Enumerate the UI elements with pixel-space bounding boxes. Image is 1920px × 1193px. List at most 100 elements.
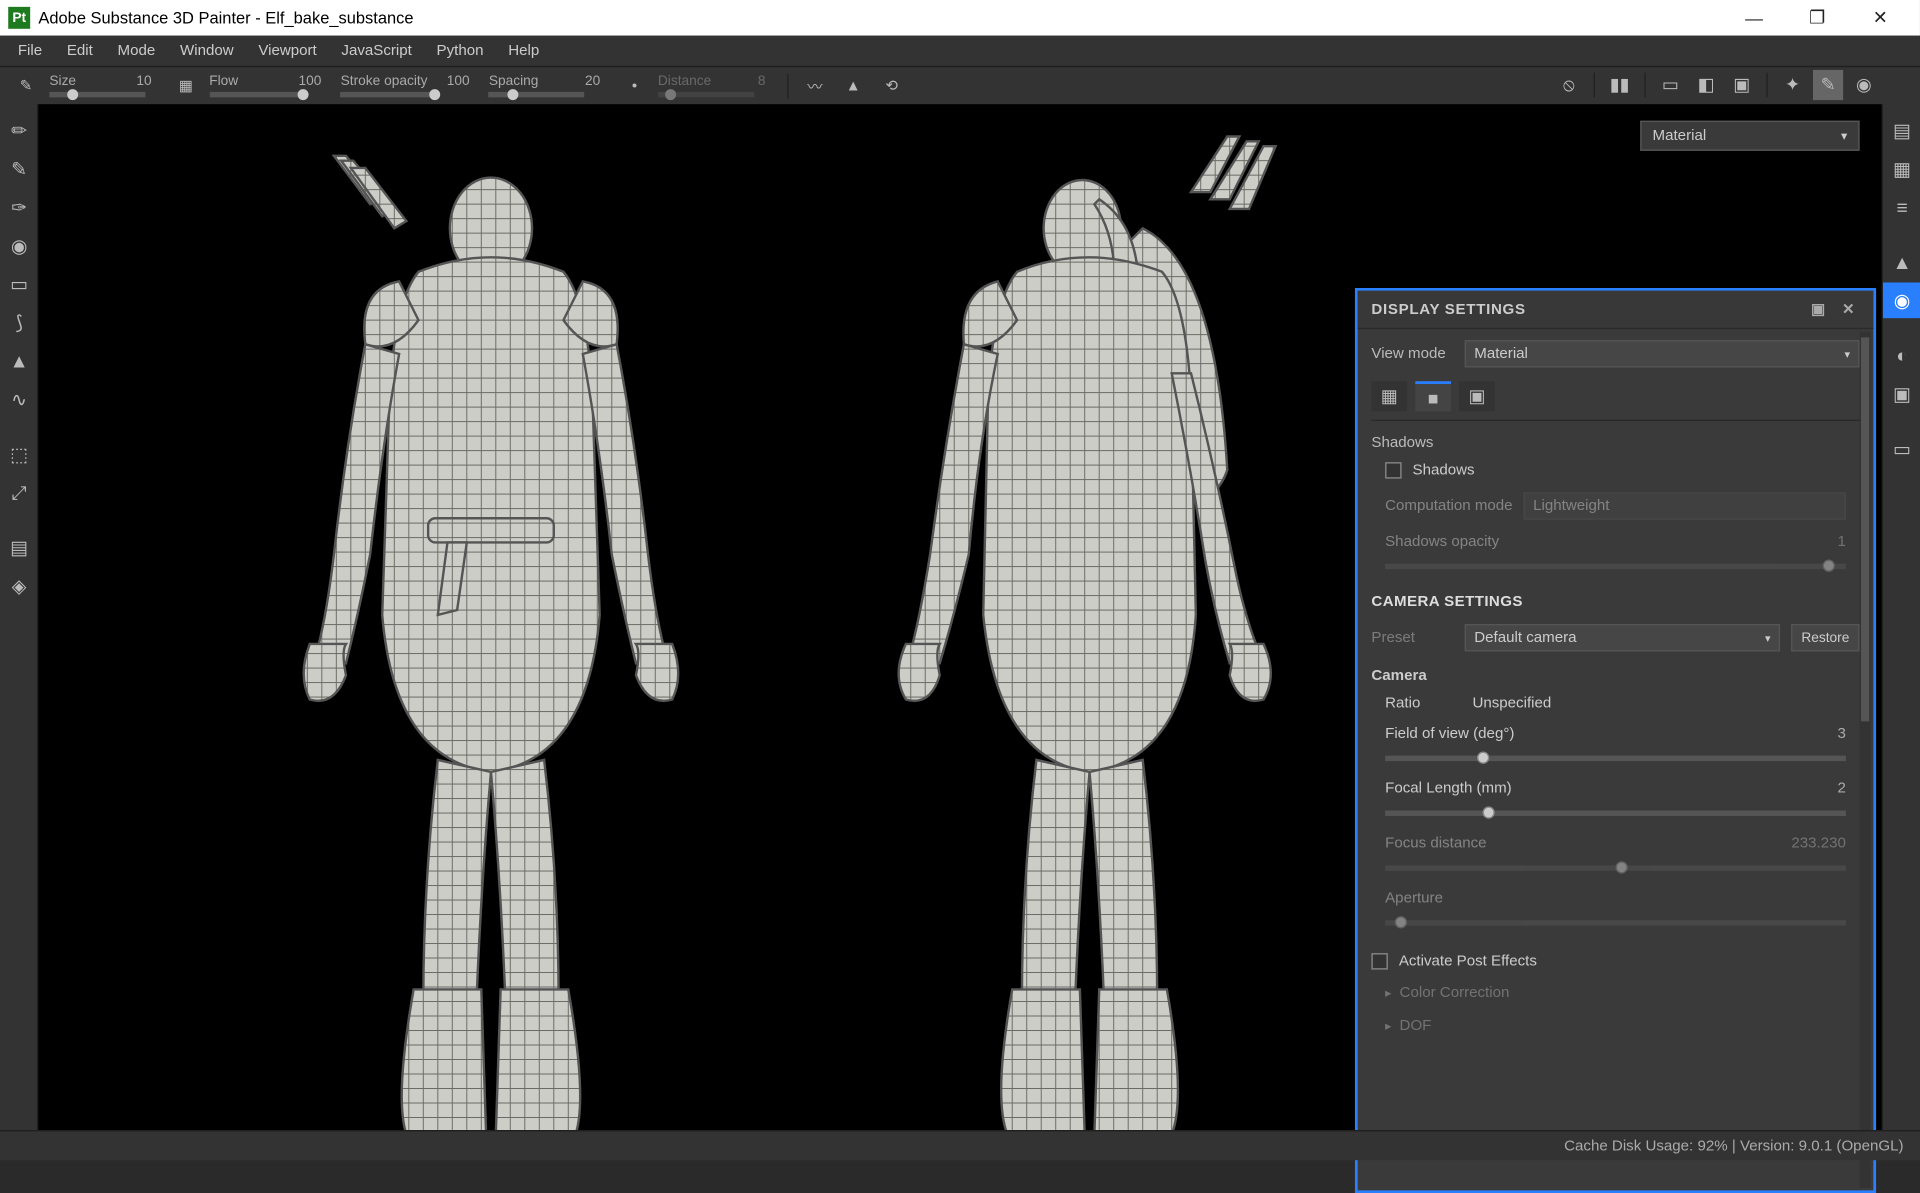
title-bar: Pt Adobe Substance 3D Painter - Elf_bake… bbox=[0, 0, 1920, 36]
focus-label: Focus distance bbox=[1385, 835, 1486, 851]
smudge-tool-icon[interactable]: ▭ bbox=[0, 266, 38, 302]
transform-tool-icon[interactable]: ⤢ bbox=[0, 475, 38, 511]
ratio-label: Ratio bbox=[1385, 695, 1420, 711]
menu-edit[interactable]: Edit bbox=[54, 36, 105, 66]
baking-tool-icon[interactable]: ▤ bbox=[0, 529, 38, 565]
texture-settings-icon[interactable]: ▲ bbox=[1883, 244, 1920, 280]
post-effects-label: Activate Post Effects bbox=[1399, 953, 1537, 969]
viewport-shader-dropdown[interactable]: Material▾ bbox=[1640, 121, 1859, 151]
panel-close-icon[interactable]: ✕ bbox=[1838, 298, 1860, 320]
param-flow[interactable]: Flow100 bbox=[209, 74, 321, 97]
tab-environment-icon[interactable]: ▦ bbox=[1371, 381, 1407, 411]
menu-help[interactable]: Help bbox=[496, 36, 552, 66]
clone-tool-icon[interactable]: ⟆ bbox=[0, 304, 38, 340]
close-button[interactable]: ✕ bbox=[1849, 0, 1912, 36]
perspective-icon[interactable]: ▭ bbox=[1655, 70, 1685, 100]
menu-bar: File Edit Mode Window Viewport JavaScrip… bbox=[0, 36, 1920, 66]
shadows-opacity-label: Shadows opacity bbox=[1385, 533, 1499, 549]
mesh-front-view bbox=[244, 132, 738, 1130]
fov-label: Field of view (deg°) bbox=[1385, 725, 1514, 741]
dof-expand[interactable]: ▸DOF bbox=[1371, 1013, 1859, 1038]
tab-camera-icon[interactable]: ■ bbox=[1415, 381, 1451, 411]
flow-icon[interactable]: ▦ bbox=[171, 72, 201, 99]
display-settings-panel: DISPLAY SETTINGS ▣ ✕ View mode Material▾… bbox=[1355, 288, 1876, 1193]
path-tool-icon[interactable]: ∿ bbox=[0, 381, 38, 417]
focal-label: Focal Length (mm) bbox=[1385, 780, 1512, 796]
material-picker-tool-icon[interactable]: ▲ bbox=[0, 343, 38, 379]
param-distance: Distance8 bbox=[658, 74, 766, 97]
app-icon: Pt bbox=[8, 7, 30, 29]
layers-panel-icon[interactable]: ≡ bbox=[1883, 189, 1920, 225]
resources-tool-icon[interactable]: ◈ bbox=[0, 568, 38, 604]
menu-mode[interactable]: Mode bbox=[105, 36, 167, 66]
param-size[interactable]: Size10 bbox=[49, 74, 151, 97]
log-panel-icon[interactable]: ▭ bbox=[1883, 431, 1920, 467]
camera-icon[interactable]: ◉ bbox=[1849, 70, 1879, 100]
ratio-value: Unspecified bbox=[1472, 695, 1551, 711]
color-correction-expand[interactable]: ▸Color Correction bbox=[1371, 981, 1859, 1006]
link-icon[interactable]: ⟲ bbox=[877, 72, 907, 99]
hide-icon[interactable]: ⦸ bbox=[1554, 70, 1584, 100]
param-spacing[interactable]: Spacing20 bbox=[489, 74, 600, 97]
menu-file[interactable]: File bbox=[5, 36, 54, 66]
polygon-fill-tool-icon[interactable]: ◉ bbox=[0, 228, 38, 264]
param-stroke-opacity[interactable]: Stroke opacity100 bbox=[341, 74, 470, 97]
restore-button[interactable]: Restore bbox=[1791, 624, 1860, 651]
paint-tool-icon[interactable]: ✏ bbox=[0, 112, 38, 148]
menu-window[interactable]: Window bbox=[168, 36, 246, 66]
edit-icon[interactable]: ✎ bbox=[1813, 70, 1843, 100]
menu-viewport[interactable]: Viewport bbox=[246, 36, 329, 66]
menu-javascript[interactable]: JavaScript bbox=[329, 36, 424, 66]
cache-label: Cache Disk Usage: bbox=[1564, 1138, 1693, 1154]
computation-mode-dropdown: Lightweight bbox=[1524, 492, 1846, 519]
version-label: Version: 9.0.1 (OpenGL) bbox=[1740, 1138, 1904, 1154]
shadows-opacity-slider bbox=[1385, 564, 1846, 569]
maximize-button[interactable]: ❐ bbox=[1786, 0, 1849, 36]
camera-view-icon[interactable]: ▣ bbox=[1727, 70, 1757, 100]
cube-icon[interactable]: ◧ bbox=[1691, 70, 1721, 100]
distance-icon[interactable]: • bbox=[619, 72, 649, 99]
shadows-section: Shadows bbox=[1371, 435, 1859, 451]
status-bar: Cache Disk Usage: 92% | Version: 9.0.1 (… bbox=[0, 1130, 1920, 1160]
display-settings-icon[interactable]: ◉ bbox=[1883, 283, 1920, 319]
brush-picker-icon[interactable]: ✎ bbox=[11, 72, 41, 99]
preset-dropdown[interactable]: Default camera▾ bbox=[1465, 624, 1780, 651]
symmetry-icon[interactable]: ▲ bbox=[838, 72, 868, 99]
eraser-tool-icon[interactable]: ✎ bbox=[0, 151, 38, 187]
computation-mode-label: Computation mode bbox=[1385, 498, 1512, 514]
tab-viewport-icon[interactable]: ▣ bbox=[1459, 381, 1495, 411]
camera-group-label: Camera bbox=[1371, 668, 1859, 684]
camera-settings-section: CAMERA SETTINGS bbox=[1371, 594, 1859, 610]
menu-python[interactable]: Python bbox=[424, 36, 496, 66]
viewport-toolbar: ⦸ ▮▮ ▭ ◧ ▣ ✦ ✎ ◉ bbox=[1554, 66, 1879, 104]
shader-settings-icon[interactable]: ◐ bbox=[1883, 337, 1920, 373]
left-toolbar: ✏ ✎ ✑ ◉ ▭ ⟆ ▲ ∿ ⬚ ⤢ ▤ ◈ bbox=[0, 104, 38, 1130]
panel-header[interactable]: DISPLAY SETTINGS ▣ ✕ bbox=[1358, 291, 1874, 329]
mesh-back-view bbox=[834, 132, 1355, 1130]
preset-label: Preset bbox=[1371, 629, 1453, 645]
post-effects-checkbox[interactable] bbox=[1371, 953, 1387, 969]
aperture-label: Aperture bbox=[1385, 890, 1443, 906]
history-panel-icon[interactable]: ▣ bbox=[1883, 376, 1920, 412]
focus-slider bbox=[1385, 865, 1846, 870]
texture-set-list-icon[interactable]: ▤ bbox=[1883, 112, 1920, 148]
panel-scrollbar[interactable] bbox=[1860, 332, 1871, 1188]
render-icon[interactable]: ✦ bbox=[1777, 70, 1807, 100]
shadows-checkbox[interactable] bbox=[1385, 462, 1401, 478]
panel-dock-icon[interactable]: ▣ bbox=[1808, 298, 1830, 320]
pause-icon[interactable]: ▮▮ bbox=[1605, 70, 1635, 100]
projection-tool-icon[interactable]: ✑ bbox=[0, 189, 38, 225]
fov-slider[interactable] bbox=[1385, 756, 1846, 761]
geometry-tool-icon[interactable]: ⬚ bbox=[0, 436, 38, 472]
properties-panel-icon[interactable]: ▦ bbox=[1883, 151, 1920, 187]
view-mode-label: View mode bbox=[1371, 346, 1453, 362]
shadows-label: Shadows bbox=[1413, 462, 1475, 478]
aperture-slider bbox=[1385, 920, 1846, 925]
window-title: Adobe Substance 3D Painter - Elf_bake_su… bbox=[38, 8, 1722, 27]
right-toolbar: ▤ ▦ ≡ ▲ ◉ ◐ ▣ ▭ bbox=[1882, 104, 1920, 1130]
lazy-mouse-icon[interactable]: 〰 bbox=[800, 72, 830, 99]
cache-value: 92% bbox=[1697, 1138, 1727, 1154]
view-mode-dropdown[interactable]: Material▾ bbox=[1465, 340, 1860, 367]
focal-slider[interactable] bbox=[1385, 810, 1846, 815]
minimize-button[interactable]: — bbox=[1722, 0, 1785, 36]
